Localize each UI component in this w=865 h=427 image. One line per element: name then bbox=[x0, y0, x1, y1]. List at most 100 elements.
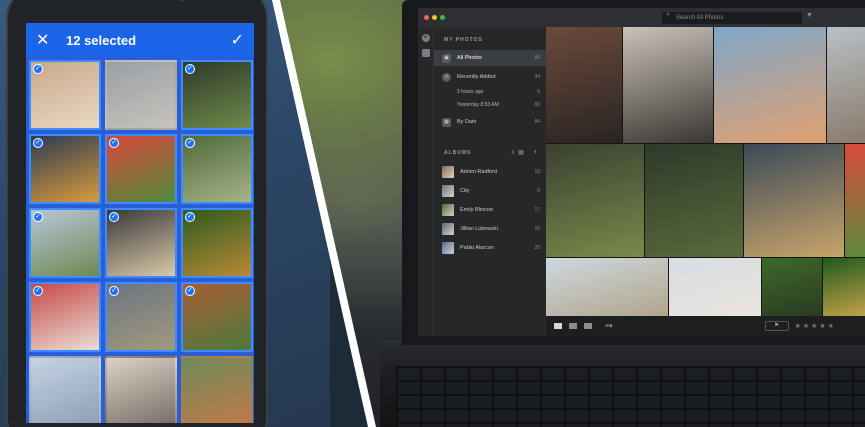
album-item[interactable]: Adrien Radford 19 bbox=[434, 162, 546, 181]
library-icon[interactable] bbox=[421, 49, 430, 57]
selection-bar: ✕ 12 selected ✓ bbox=[26, 23, 254, 57]
album-thumbnail bbox=[442, 165, 454, 178]
album-tools: ≡ ▦ + bbox=[511, 149, 538, 156]
photo-tile[interactable] bbox=[181, 356, 253, 423]
photo-thumbnail[interactable] bbox=[546, 258, 668, 316]
photo-tile[interactable]: ✓ bbox=[29, 208, 101, 278]
album-thumbnail bbox=[442, 184, 454, 197]
album-label: Emily Blincoe bbox=[460, 206, 494, 213]
photo-thumbnail[interactable] bbox=[762, 258, 822, 316]
grid-view-icon[interactable] bbox=[554, 323, 562, 329]
sidebar-subitem[interactable]: Yesterday 8:53 AM 82 bbox=[434, 98, 546, 111]
photo-thumbnail[interactable] bbox=[645, 144, 743, 257]
album-count: 6 bbox=[537, 187, 540, 194]
selected-check-icon: ✓ bbox=[33, 286, 43, 296]
album-label: Pablo Alarcon bbox=[460, 244, 494, 251]
photo-tile[interactable] bbox=[29, 356, 101, 423]
photo-thumbnail[interactable] bbox=[546, 27, 622, 143]
search-icon: ⌕ bbox=[666, 11, 670, 18]
sort-albums-icon[interactable]: ≡ bbox=[511, 150, 516, 156]
add-icon[interactable]: + bbox=[421, 34, 430, 42]
flag-icon[interactable]: ⚑ bbox=[764, 321, 789, 331]
square-view-icon[interactable] bbox=[569, 323, 577, 329]
selected-check-icon: ✓ bbox=[109, 212, 119, 222]
photo-thumbnail[interactable] bbox=[546, 144, 644, 257]
selected-check-icon: ✓ bbox=[33, 212, 43, 222]
sidebar-item-count: 84 bbox=[534, 55, 540, 61]
selected-check-icon: ✓ bbox=[109, 138, 119, 148]
subitem-label: Yesterday 8:53 AM bbox=[457, 101, 499, 108]
selected-check-icon: ✓ bbox=[33, 64, 43, 74]
rating-stars[interactable]: ★★★★★ bbox=[795, 322, 836, 330]
photo-thumbnail[interactable] bbox=[845, 144, 865, 257]
photo-area bbox=[546, 27, 865, 316]
selected-check-icon: ✓ bbox=[185, 286, 195, 296]
album-thumbnail bbox=[442, 241, 454, 254]
photo-tile[interactable]: ✓ bbox=[181, 60, 253, 130]
album-count: 10 bbox=[534, 225, 540, 232]
left-rail: + bbox=[418, 27, 434, 336]
photo-thumbnail[interactable] bbox=[669, 258, 761, 316]
photo-thumbnail[interactable] bbox=[714, 27, 826, 143]
recent-subitems: 2 hours ago 6 Yesterday 8:53 AM 82 bbox=[434, 85, 546, 111]
selected-check-icon: ✓ bbox=[185, 64, 195, 74]
photo-thumbnail[interactable] bbox=[744, 144, 844, 257]
sidebar-item-count: 34 bbox=[534, 74, 540, 80]
album-label: Jillian Lukowski bbox=[460, 225, 498, 232]
maximize-window-button[interactable] bbox=[440, 15, 445, 20]
album-item[interactable]: Emily Blincoe 17 bbox=[434, 200, 546, 219]
grid-view-icon[interactable]: ▦ bbox=[518, 150, 525, 156]
photo-tile[interactable]: ✓ bbox=[105, 208, 177, 278]
photo-tile[interactable]: ✓ bbox=[181, 208, 253, 278]
album-label: City bbox=[460, 187, 470, 194]
sidebar: MY PHOTOS ▣ All Photos 84 ◷ Recently Add… bbox=[434, 27, 546, 336]
close-window-button[interactable] bbox=[424, 15, 429, 20]
album-item[interactable]: Jillian Lukowski 10 bbox=[434, 219, 546, 238]
photo-thumbnail[interactable] bbox=[823, 258, 865, 316]
sidebar-subitem[interactable]: 2 hours ago 6 bbox=[434, 85, 546, 98]
photo-tile[interactable] bbox=[105, 356, 177, 423]
photo-thumbnail[interactable] bbox=[827, 27, 865, 143]
selected-check-icon: ✓ bbox=[185, 138, 195, 148]
album-label: Adrien Radford bbox=[460, 168, 497, 175]
section-header-albums: ALBUMS ≡ ▦ + bbox=[434, 140, 546, 156]
photo-tile[interactable]: ✓ bbox=[29, 134, 101, 204]
selection-count: 12 selected bbox=[66, 32, 137, 48]
clock-icon: ◷ bbox=[442, 72, 451, 82]
keyboard bbox=[396, 366, 865, 427]
close-icon[interactable]: ✕ bbox=[36, 30, 66, 50]
album-thumbnail bbox=[442, 203, 454, 216]
sidebar-item-by-date[interactable]: ▦ By Date 84 bbox=[434, 114, 546, 130]
photos-icon: ▣ bbox=[442, 53, 451, 63]
photo-tile[interactable]: ✓ bbox=[181, 282, 253, 352]
album-item[interactable]: City 6 bbox=[434, 181, 546, 200]
photo-tile[interactable]: ✓ bbox=[105, 282, 177, 352]
sidebar-item-label: All Photos bbox=[457, 55, 482, 61]
sidebar-item-recently-added[interactable]: ◷ Recently Added 34 bbox=[434, 69, 546, 85]
check-icon[interactable]: ✓ bbox=[231, 30, 244, 50]
photo-tile[interactable]: ✓ bbox=[29, 282, 101, 352]
selected-check-icon: ✓ bbox=[109, 286, 119, 296]
album-count: 20 bbox=[534, 244, 540, 251]
phone-screen: ✕ 12 selected ✓ ✓ ✓ ✓ ✓ ✓ ✓ ✓ ✓ ✓ ✓ ✓ bbox=[26, 23, 254, 423]
sort-icon[interactable]: ≡▾ bbox=[605, 322, 613, 330]
album-count: 19 bbox=[534, 168, 540, 175]
calendar-icon: ▦ bbox=[442, 117, 451, 127]
filter-icon[interactable]: ▼ bbox=[806, 12, 813, 19]
detail-view-icon[interactable] bbox=[584, 323, 592, 329]
album-item[interactable]: Pablo Alarcon 20 bbox=[434, 238, 546, 257]
photo-grid: ✓ ✓ ✓ ✓ ✓ ✓ ✓ ✓ ✓ ✓ ✓ bbox=[26, 57, 254, 423]
sidebar-item-all-photos[interactable]: ▣ All Photos 84 bbox=[434, 50, 546, 66]
minimize-window-button[interactable] bbox=[432, 15, 437, 20]
bottom-toolbar: ≡▾ ⚑ ★★★★★ bbox=[546, 316, 865, 336]
sidebar-item-count: 84 bbox=[534, 119, 540, 125]
search-input[interactable]: Search All Photos bbox=[662, 12, 802, 24]
photo-tile[interactable]: ✓ bbox=[181, 134, 253, 204]
add-album-icon[interactable]: + bbox=[533, 150, 538, 156]
selected-check-icon: ✓ bbox=[33, 138, 43, 148]
photo-tile[interactable] bbox=[105, 60, 177, 130]
photo-tile[interactable]: ✓ bbox=[29, 60, 101, 130]
albums-header-label: ALBUMS bbox=[444, 150, 472, 156]
photo-thumbnail[interactable] bbox=[623, 27, 713, 143]
photo-tile[interactable]: ✓ bbox=[105, 134, 177, 204]
